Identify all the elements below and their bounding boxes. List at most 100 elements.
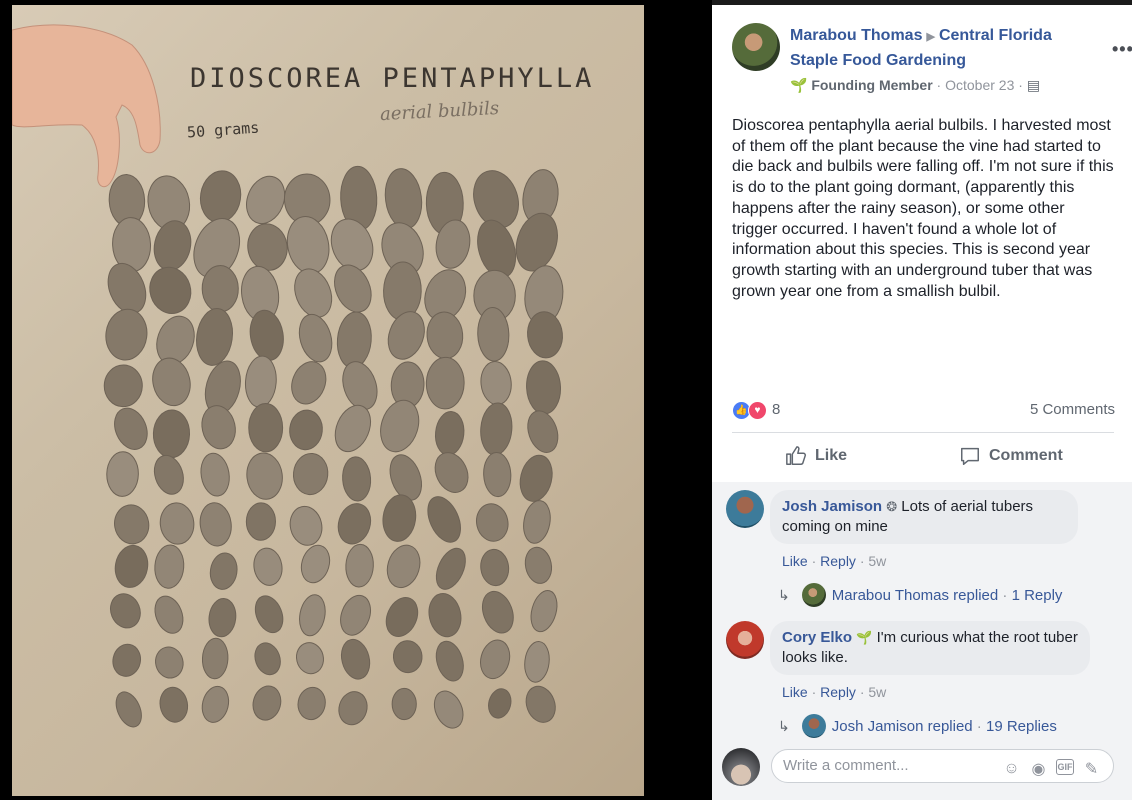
bulbil: [480, 361, 512, 406]
bulbil: [480, 639, 511, 680]
bulbil: [201, 265, 239, 313]
bulbil: [114, 407, 148, 450]
bulbil: [286, 216, 330, 275]
emoji-icon[interactable]: ☺: [1002, 759, 1021, 778]
bulbil: [254, 642, 281, 676]
comment-count-link[interactable]: 5 Comments: [1030, 401, 1115, 418]
bulbil: [300, 544, 331, 584]
bulbil: [208, 598, 237, 638]
comment-time[interactable]: 5w: [868, 684, 886, 700]
bulbil: [201, 637, 229, 680]
bulbil: [289, 409, 323, 451]
bulbil: [476, 503, 509, 542]
bulbil: [526, 360, 562, 415]
bulbil: [114, 504, 150, 545]
bulbil: [103, 364, 143, 408]
bulbil: [483, 451, 512, 498]
comment-actions: Like · Reply · 5w: [782, 553, 886, 569]
camera-icon[interactable]: ◉: [1029, 759, 1048, 778]
bulbil: [201, 685, 230, 723]
separator: ·: [998, 586, 1012, 604]
love-reaction-icon: ♥: [748, 401, 767, 420]
comment-like-link[interactable]: Like: [782, 684, 808, 700]
comment-button-label: Comment: [989, 447, 1063, 464]
comment-time[interactable]: 5w: [868, 553, 886, 569]
bulbil: [427, 496, 461, 543]
bulbil: [515, 212, 558, 272]
bulbil: [159, 502, 195, 545]
group-privacy-icon[interactable]: ▤: [1027, 77, 1040, 93]
replies-by-text: Marabou Thomas replied: [831, 586, 999, 604]
post-photo[interactable]: DIOSCOREA PENTAPHYLLA aerial bulbils 50 …: [12, 5, 644, 796]
separator: ·: [811, 684, 821, 700]
comment-like-link[interactable]: Like: [782, 553, 808, 569]
comment-reply-link[interactable]: Reply: [820, 553, 856, 569]
comment-input-placeholder: Write a comment...: [783, 757, 909, 774]
bulbil: [159, 686, 189, 723]
bulbil: [383, 261, 422, 321]
author-name-link[interactable]: Marabou Thomas: [790, 27, 922, 44]
divider: [732, 432, 1114, 433]
comment-button[interactable]: Comment: [959, 445, 1063, 467]
comment-reply-link[interactable]: Reply: [820, 684, 856, 700]
view-replies-link[interactable]: ↳ Marabou Thomas replied · 1 Reply: [778, 583, 1062, 607]
bulbil: [196, 308, 234, 366]
reply-arrow-icon: ↳: [778, 586, 790, 603]
sticker-icon[interactable]: ✎: [1082, 759, 1101, 778]
bulbil: [345, 543, 374, 588]
reaction-count[interactable]: 8: [772, 401, 780, 418]
bulbil: [248, 403, 284, 453]
reply-arrow-icon: ↳: [778, 717, 790, 734]
bulbil: [434, 452, 469, 493]
bulbil: [384, 168, 423, 230]
reaction-summary[interactable]: 👍 ♥ 8 5 Comments: [732, 399, 1115, 421]
bulbil: [336, 311, 372, 369]
bulbil: [253, 547, 283, 586]
bulbil: [200, 452, 230, 497]
bulbil: [523, 500, 551, 544]
separator: ·: [811, 553, 821, 569]
bulbil: [247, 223, 288, 271]
bulbil: [106, 451, 139, 497]
bulbil: [152, 357, 191, 407]
shield-badge-icon: ❂: [886, 499, 898, 514]
commenter-name-link[interactable]: Josh Jamison: [782, 498, 882, 515]
view-replies-link[interactable]: ↳ Josh Jamison replied · 19 Replies: [778, 714, 1057, 738]
author-avatar[interactable]: [732, 23, 780, 71]
bulbil: [380, 399, 420, 453]
hand-illustration: [12, 24, 161, 188]
comment-input[interactable]: Write a comment... ☺ ◉ GIF ✎: [771, 749, 1114, 783]
gif-icon[interactable]: GIF: [1056, 759, 1074, 775]
bulbil: [519, 454, 553, 502]
bulbil: [481, 590, 514, 634]
bulbil: [299, 594, 326, 637]
more-options-button[interactable]: •••: [1112, 39, 1132, 60]
bulbil: [488, 688, 512, 719]
reaction-icons: 👍 ♥: [732, 401, 772, 420]
commenter-avatar[interactable]: [726, 490, 764, 528]
bulbil: [524, 641, 550, 683]
bulbil: [199, 502, 232, 547]
like-button[interactable]: Like: [785, 445, 847, 467]
bulbil: [391, 687, 417, 721]
bulbil: [434, 411, 465, 456]
bulbil: [334, 264, 372, 313]
bulbil: [252, 685, 282, 721]
bulbil: [338, 691, 368, 726]
post-date-link[interactable]: October 23: [945, 77, 1014, 93]
bulbil: [154, 595, 184, 634]
replies-count: 19 Replies: [985, 717, 1057, 735]
post-heading: Marabou Thomas ▶ Central Florida Staple Fo…: [790, 24, 1090, 72]
composer-icons: ☺ ◉ GIF ✎: [1002, 759, 1101, 778]
commenter-avatar[interactable]: [726, 621, 764, 659]
bulbil: [246, 175, 286, 225]
bulbil: [155, 646, 184, 679]
bulbil: [295, 642, 324, 675]
replies-by-text: Josh Jamison replied: [831, 717, 973, 735]
bulbil: [294, 268, 333, 318]
bulbil: [337, 503, 372, 545]
post-meta: 🌱 Founding Member · October 23 · ▤: [790, 77, 1040, 94]
commenter-name-link[interactable]: Cory Elko: [782, 629, 852, 646]
bulbil: [244, 355, 277, 408]
bulbil: [201, 405, 236, 450]
